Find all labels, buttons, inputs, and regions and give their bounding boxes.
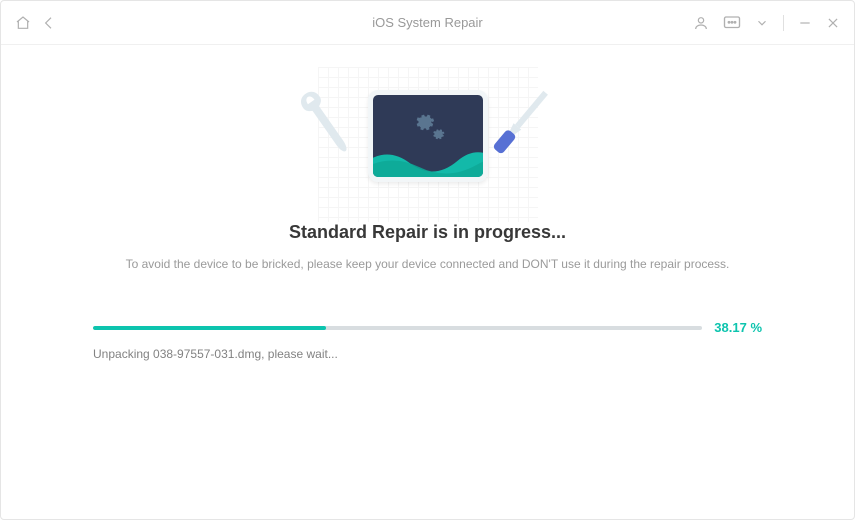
progress-heading: Standard Repair is in progress... [1, 222, 854, 243]
progress-status: Unpacking 038-97557-031.dmg, please wait… [93, 347, 762, 361]
illustration [1, 65, 854, 182]
device-illustration [368, 90, 488, 182]
account-icon[interactable] [693, 15, 709, 31]
gear-small-icon [431, 127, 445, 141]
titlebar-right [693, 15, 840, 31]
titlebar: iOS System Repair [1, 1, 854, 45]
feedback-icon[interactable] [723, 15, 741, 31]
back-icon[interactable] [41, 15, 57, 31]
divider [783, 15, 784, 31]
close-icon[interactable] [826, 16, 840, 30]
window-title: iOS System Repair [372, 15, 483, 30]
chevron-down-icon[interactable] [755, 16, 769, 30]
progress-bar [93, 326, 702, 330]
progress-fill [93, 326, 326, 330]
progress-subtext: To avoid the device to be bricked, pleas… [1, 255, 854, 274]
titlebar-left [15, 15, 57, 31]
progress-percent: 38.17 % [714, 320, 762, 335]
minimize-icon[interactable] [798, 16, 812, 30]
home-icon[interactable] [15, 15, 31, 31]
wave-decoration [368, 145, 488, 182]
progress-area: 38.17 % Unpacking 038-97557-031.dmg, ple… [1, 320, 854, 361]
